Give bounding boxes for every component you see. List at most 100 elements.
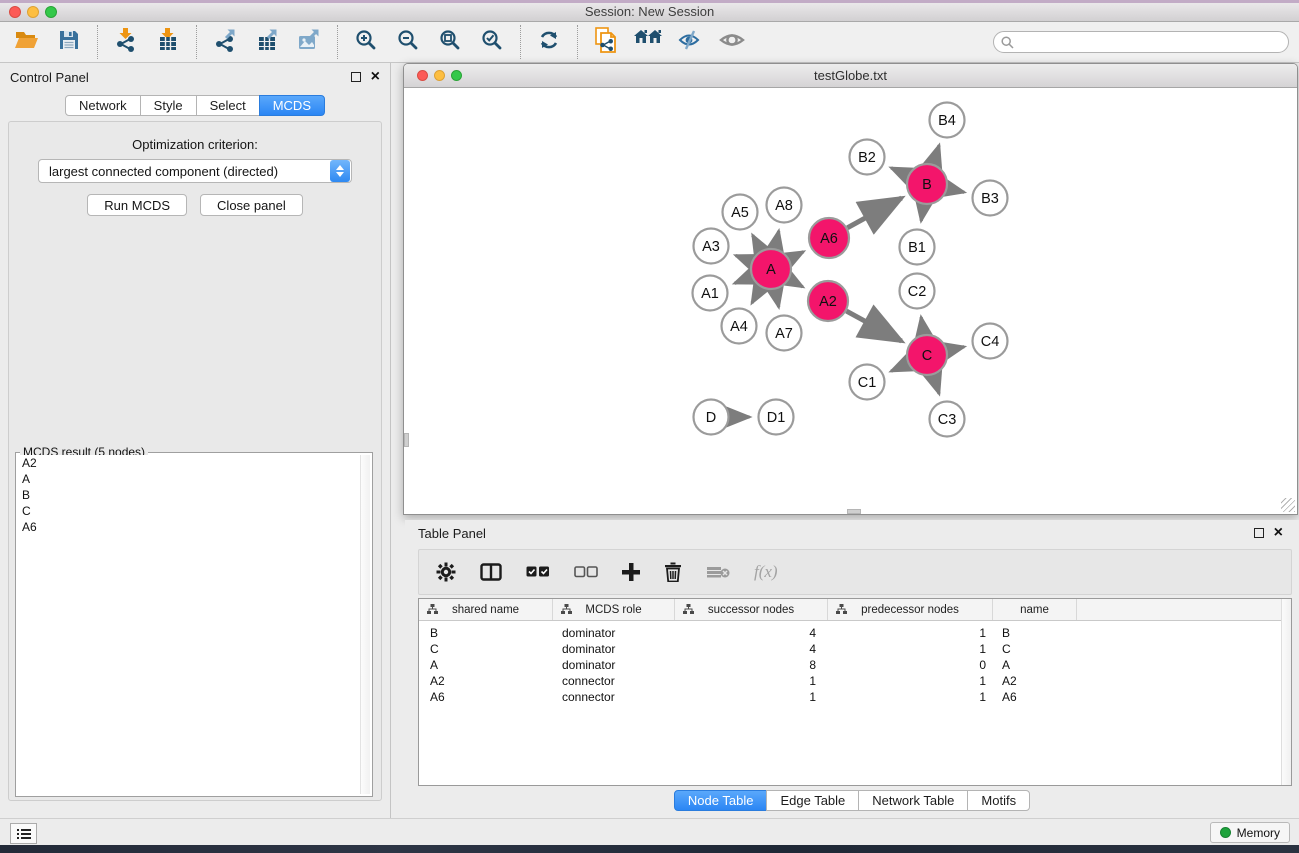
zoom-out-button[interactable]: [387, 24, 429, 60]
gear-icon[interactable]: [436, 562, 456, 582]
network-node-B1[interactable]: B1: [900, 230, 935, 265]
table-row[interactable]: A2connector11A2: [419, 673, 1291, 689]
network-node-C3[interactable]: C3: [930, 402, 965, 437]
column-header-shared-name[interactable]: shared name: [419, 599, 553, 620]
mcds-result-item[interactable]: A2: [18, 455, 370, 471]
network-node-C2[interactable]: C2: [900, 274, 935, 309]
close-table-panel-icon[interactable]: ×: [1274, 528, 1283, 538]
net-zoom-icon[interactable]: [451, 70, 462, 81]
edge-C-C1[interactable]: [891, 364, 908, 372]
tab-node-table[interactable]: Node Table: [674, 790, 768, 811]
edge-B-B1[interactable]: [921, 205, 924, 221]
eye-button[interactable]: [711, 24, 753, 60]
delete-column-icon[interactable]: [664, 562, 682, 582]
network-node-A3[interactable]: A3: [694, 229, 729, 264]
tab-edge-table[interactable]: Edge Table: [766, 790, 859, 811]
save-session-button[interactable]: [48, 24, 90, 60]
network-from-file-button[interactable]: [585, 24, 627, 60]
deselect-all-icon[interactable]: [574, 566, 598, 578]
tab-select[interactable]: Select: [196, 95, 260, 116]
tab-motifs[interactable]: Motifs: [967, 790, 1030, 811]
column-header-successor-nodes[interactable]: successor nodes: [675, 599, 828, 620]
net-minimize-icon[interactable]: [434, 70, 445, 81]
zoom-selected-button[interactable]: [471, 24, 513, 60]
network-node-B2[interactable]: B2: [850, 140, 885, 175]
table-row[interactable]: Bdominator41B: [419, 625, 1291, 641]
close-panel-button[interactable]: Close panel: [200, 194, 303, 216]
network-node-B4[interactable]: B4: [930, 103, 965, 138]
export-table-button[interactable]: [246, 24, 288, 60]
edge-C-C4[interactable]: [947, 347, 964, 351]
open-session-button[interactable]: [6, 24, 48, 60]
close-window-icon[interactable]: [9, 6, 21, 18]
tab-style[interactable]: Style: [140, 95, 197, 116]
network-node-B[interactable]: B: [907, 164, 947, 204]
network-node-A[interactable]: A: [751, 249, 791, 289]
edge-A-A7[interactable]: [775, 290, 779, 307]
export-image-button[interactable]: [288, 24, 330, 60]
select-all-icon[interactable]: [526, 566, 550, 578]
column-header-predecessor-nodes[interactable]: predecessor nodes: [828, 599, 993, 620]
add-column-icon[interactable]: [622, 563, 640, 581]
edge-B-B4[interactable]: [933, 145, 939, 164]
task-history-button[interactable]: [10, 823, 37, 844]
tab-network[interactable]: Network: [65, 95, 141, 116]
edge-A-A4[interactable]: [752, 287, 761, 303]
network-node-C[interactable]: C: [907, 335, 947, 375]
tab-mcds[interactable]: MCDS: [259, 95, 325, 116]
edge-A-A1[interactable]: [735, 277, 752, 284]
table-row[interactable]: Cdominator41C: [419, 641, 1291, 657]
edge-A6-B[interactable]: [847, 198, 901, 228]
table-scrollbar[interactable]: [1281, 599, 1291, 785]
network-node-A2[interactable]: A2: [808, 281, 848, 321]
edge-A-A8[interactable]: [775, 231, 779, 248]
edge-A2-C[interactable]: [846, 311, 901, 341]
network-window-titlebar[interactable]: testGlobe.txt: [404, 64, 1297, 88]
network-node-A5[interactable]: A5: [723, 195, 758, 230]
mcds-result-item[interactable]: B: [18, 487, 370, 503]
close-panel-icon[interactable]: ×: [371, 72, 380, 82]
tab-network-table[interactable]: Network Table: [858, 790, 968, 811]
network-node-D1[interactable]: D1: [759, 400, 794, 435]
search-input[interactable]: [1018, 33, 1288, 51]
network-node-A8[interactable]: A8: [767, 188, 802, 223]
search-box[interactable]: [993, 31, 1289, 53]
table-row[interactable]: A6connector11A6: [419, 689, 1291, 705]
column-header-name[interactable]: name: [993, 599, 1077, 620]
run-mcds-button[interactable]: Run MCDS: [87, 194, 187, 216]
mcds-result-item[interactable]: A6: [18, 519, 370, 535]
split-columns-icon[interactable]: [480, 563, 502, 581]
network-node-A4[interactable]: A4: [722, 309, 757, 344]
edge-B-B2[interactable]: [891, 168, 908, 176]
zoom-in-button[interactable]: [345, 24, 387, 60]
network-canvas[interactable]: AA1A2A3A4A5A6A7A8BB1B2B3B4CC1C2C3C4DD1: [404, 88, 1297, 514]
mcds-result-item[interactable]: A: [18, 471, 370, 487]
table-row[interactable]: Adominator80A: [419, 657, 1291, 673]
canvas-vertical-scroll-thumb[interactable]: [404, 433, 409, 447]
network-node-C1[interactable]: C1: [850, 365, 885, 400]
network-node-D[interactable]: D: [694, 400, 729, 435]
zoom-window-icon[interactable]: [45, 6, 57, 18]
result-scrollbar[interactable]: [360, 455, 370, 794]
network-node-B3[interactable]: B3: [973, 181, 1008, 216]
export-network-button[interactable]: [204, 24, 246, 60]
column-header-MCDS-role[interactable]: MCDS role: [553, 599, 675, 620]
float-panel-icon[interactable]: [351, 72, 361, 82]
mcds-result-item[interactable]: C: [18, 503, 370, 519]
import-table-button[interactable]: [147, 24, 189, 60]
edge-B-B3[interactable]: [947, 189, 964, 193]
hide-graphics-details-button[interactable]: [669, 24, 711, 60]
edge-A-A5[interactable]: [753, 235, 761, 250]
edge-C-C2[interactable]: [921, 317, 924, 334]
network-node-A1[interactable]: A1: [693, 276, 728, 311]
edge-C-C3[interactable]: [933, 375, 939, 394]
float-table-panel-icon[interactable]: [1254, 528, 1264, 538]
network-node-C4[interactable]: C4: [973, 324, 1008, 359]
edge-A-A6[interactable]: [790, 252, 804, 259]
edge-A-A2[interactable]: [789, 279, 802, 287]
zoom-fit-button[interactable]: [429, 24, 471, 60]
home-overview-button[interactable]: [627, 24, 669, 60]
net-close-icon[interactable]: [417, 70, 428, 81]
minimize-window-icon[interactable]: [27, 6, 39, 18]
refresh-button[interactable]: [528, 24, 570, 60]
